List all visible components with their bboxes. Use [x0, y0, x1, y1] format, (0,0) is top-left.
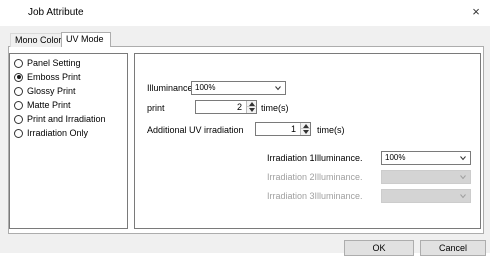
additional-uv-value: 1 [290, 124, 296, 134]
print-count-value: 2 [236, 102, 242, 112]
illuminance-select[interactable]: 100% [191, 81, 286, 95]
chevron-down-icon [460, 175, 466, 180]
settings-pane: Illuminance 100% print 2 time(s) Additio… [134, 53, 481, 229]
additional-uv-spinner[interactable]: 1 [255, 122, 311, 136]
irradiation-1-select[interactable]: 100% [381, 151, 471, 165]
arrow-down-icon [248, 108, 255, 112]
irradiation-3-select[interactable] [381, 189, 471, 203]
irradiation-1-value: 100% [385, 153, 406, 162]
mode-list: Panel Setting Emboss Print Glossy Print … [9, 53, 128, 229]
spin-down-button[interactable] [247, 107, 256, 113]
mode-label: Print and Irradiation [27, 114, 106, 124]
mode-label: Panel Setting [27, 58, 81, 68]
close-icon[interactable]: × [468, 4, 484, 20]
irradiation-2-select[interactable] [381, 170, 471, 184]
print-count-spinner[interactable]: 2 [195, 100, 257, 114]
window-title: Job Attribute [28, 7, 84, 18]
additional-uv-unit: time(s) [317, 125, 345, 135]
chevron-down-icon [460, 156, 466, 161]
mode-option-panel-setting[interactable]: Panel Setting [14, 57, 81, 69]
mode-label: Irradiation Only [27, 128, 89, 138]
mode-option-irradiation-only[interactable]: Irradiation Only [14, 127, 88, 139]
cancel-button[interactable]: Cancel [420, 240, 486, 256]
mode-label: Matte Print [27, 100, 71, 110]
title-bar: Job Attribute × [0, 0, 490, 26]
spin-down-button[interactable] [301, 129, 310, 135]
chevron-down-icon [460, 194, 466, 199]
arrow-up-icon [302, 123, 309, 128]
ok-button[interactable]: OK [344, 240, 414, 256]
irradiation-3-label: Irradiation 3Illuminance. [267, 191, 363, 201]
illuminance-value: 100% [195, 83, 216, 92]
print-unit: time(s) [261, 103, 289, 113]
mode-label: Emboss Print [27, 72, 81, 82]
radio-button[interactable] [14, 86, 23, 96]
arrow-up-icon [248, 101, 255, 106]
radio-button-selected[interactable] [14, 72, 23, 82]
additional-uv-label: Additional UV irradiation [147, 125, 244, 135]
chevron-down-icon [275, 86, 281, 91]
radio-button[interactable] [14, 100, 23, 110]
mode-option-matte-print[interactable]: Matte Print [14, 99, 71, 111]
tab-mono-color[interactable]: Mono Color [10, 33, 62, 47]
radio-button[interactable] [14, 58, 23, 68]
mode-label: Glossy Print [27, 86, 76, 96]
mode-option-emboss-print[interactable]: Emboss Print [14, 71, 81, 83]
irradiation-1-label: Irradiation 1Illuminance. [267, 153, 363, 163]
radio-button[interactable] [14, 128, 23, 138]
mode-option-print-and-irradiation[interactable]: Print and Irradiation [14, 113, 106, 125]
radio-button[interactable] [14, 114, 23, 124]
arrow-down-icon [302, 130, 309, 134]
mode-option-glossy-print[interactable]: Glossy Print [14, 85, 76, 97]
illuminance-label: Illuminance [147, 83, 193, 93]
print-label: print [147, 103, 165, 113]
tab-uv-mode[interactable]: UV Mode [61, 32, 111, 47]
irradiation-2-label: Irradiation 2Illuminance. [267, 172, 363, 182]
